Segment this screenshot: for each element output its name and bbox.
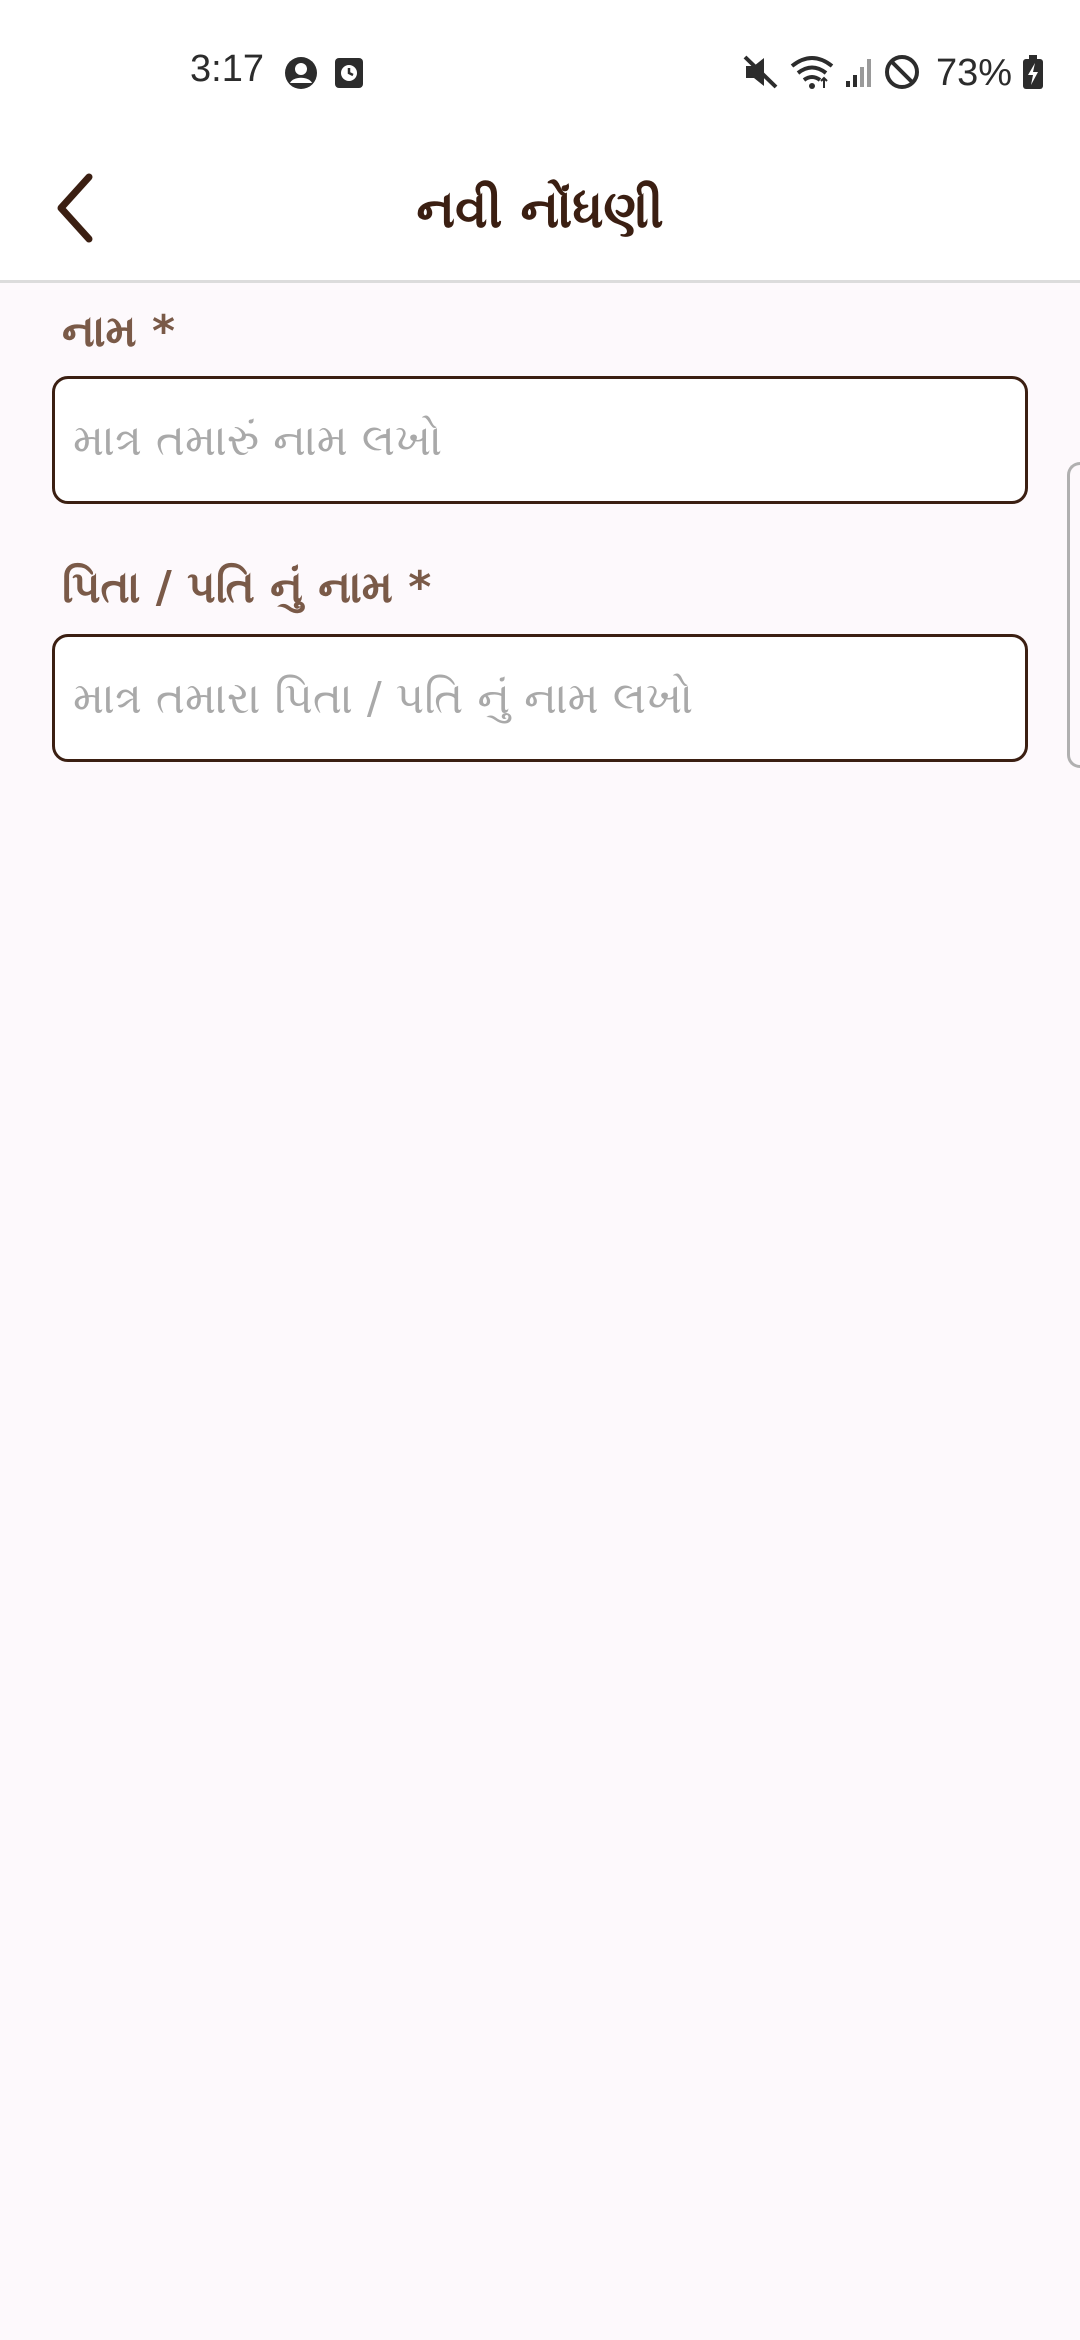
father-name-label: પિતા / પતિ નું નામ * [62,562,432,613]
battery-charging-icon [1022,54,1044,94]
page-title: નવી નોંધણી [416,180,664,240]
name-input[interactable] [52,376,1028,504]
clock-badge-icon [334,56,364,94]
mute-icon [742,54,780,94]
father-name-input[interactable] [52,634,1028,762]
status-bar: 3:17 73% [0,0,1080,138]
name-label: નામ * [62,306,175,357]
father-name-field-group: પિતા / પતિ નું નામ * [52,556,1028,762]
do-not-disturb-icon [884,54,920,94]
status-icons-right: 73% [742,52,1044,95]
registration-form: નામ * પિતા / પતિ નું નામ * [52,300,1028,762]
battery-percentage: 73% [935,52,1012,94]
status-icons-left [284,56,364,94]
app-bar: નવી નોંધણી [0,138,1080,283]
wifi-icon [790,54,834,94]
account-circle-icon [284,56,318,94]
edge-panel-handle[interactable] [1067,462,1080,768]
status-time: 3:17 [190,48,264,90]
name-field-group: નામ * [52,300,1028,504]
signal-icon [844,55,874,93]
